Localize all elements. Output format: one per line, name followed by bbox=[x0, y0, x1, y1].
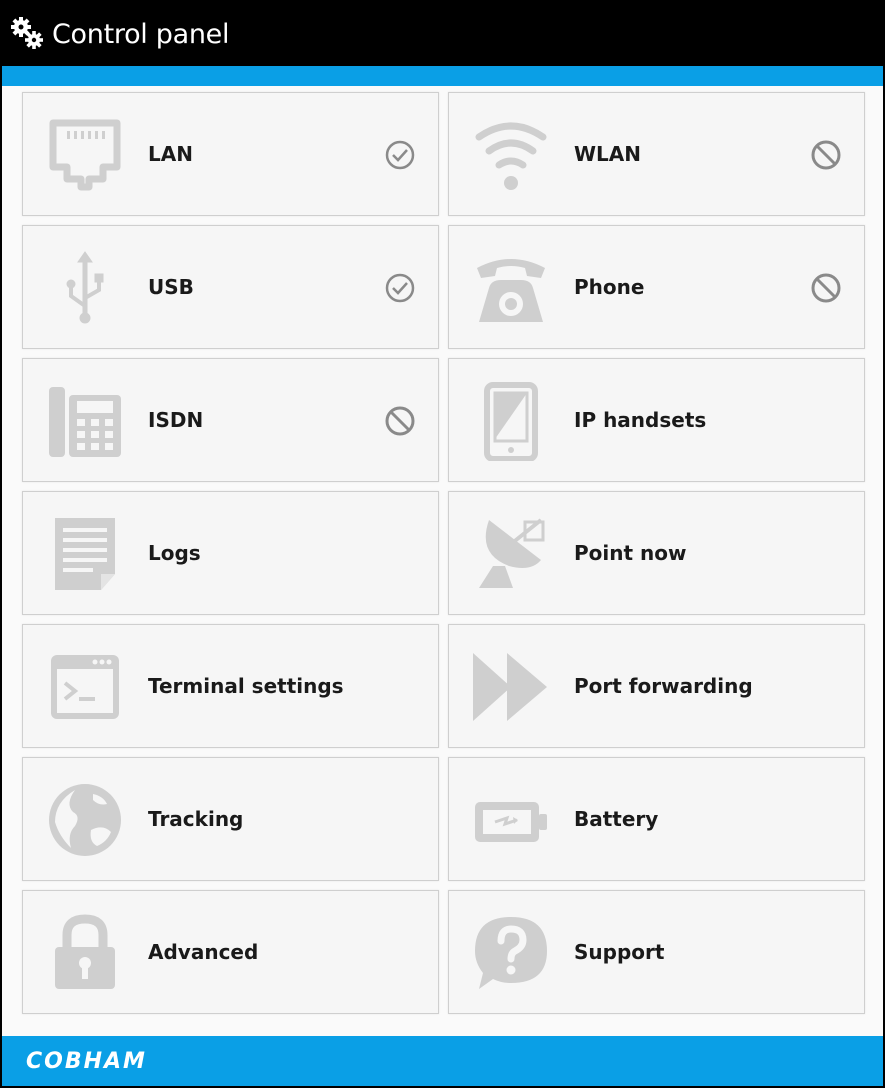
check-circle-icon bbox=[385, 140, 415, 170]
ethernet-port-icon bbox=[49, 119, 121, 191]
tile-label: USB bbox=[148, 275, 194, 299]
padlock-icon bbox=[55, 914, 115, 989]
desk-phone-icon bbox=[49, 387, 121, 457]
tile-port-forwarding[interactable]: Port forwarding bbox=[448, 624, 865, 748]
check-circle-icon bbox=[385, 273, 415, 303]
tile-battery[interactable]: Battery bbox=[448, 757, 865, 881]
fast-forward-icon bbox=[473, 653, 547, 721]
tile-label: Port forwarding bbox=[574, 674, 753, 698]
gears-icon bbox=[11, 17, 43, 49]
telephone-icon bbox=[477, 259, 545, 322]
tile-tracking[interactable]: Tracking bbox=[22, 757, 439, 881]
battery-icon bbox=[475, 802, 547, 842]
terminal-icon bbox=[51, 655, 119, 719]
tile-terminal-settings[interactable]: Terminal settings bbox=[22, 624, 439, 748]
document-icon bbox=[55, 518, 115, 590]
page-title: Control panel bbox=[52, 18, 230, 50]
tile-label: WLAN bbox=[574, 142, 642, 166]
tile-label: IP handsets bbox=[574, 408, 707, 432]
tile-logs[interactable]: Logs bbox=[22, 491, 439, 615]
tile-wlan[interactable]: WLAN bbox=[448, 92, 865, 216]
tile-label: Advanced bbox=[148, 940, 259, 964]
tile-lan[interactable]: LAN bbox=[22, 92, 439, 216]
tile-label: LAN bbox=[148, 142, 193, 166]
tile-support[interactable]: Support bbox=[448, 890, 865, 1014]
tile-label: Terminal settings bbox=[148, 674, 344, 698]
tile-ip-handsets[interactable]: IP handsets bbox=[448, 358, 865, 482]
accent-bar bbox=[2, 66, 883, 86]
tile-label: Phone bbox=[574, 275, 645, 299]
help-bubble-icon bbox=[475, 917, 547, 989]
tile-label: Battery bbox=[574, 807, 659, 831]
tile-phone[interactable]: Phone bbox=[448, 225, 865, 349]
footer-bar: COBHAM bbox=[2, 1036, 883, 1086]
tile-label: ISDN bbox=[148, 408, 204, 432]
tile-isdn[interactable]: ISDN bbox=[22, 358, 439, 482]
tile-label: Point now bbox=[574, 541, 687, 565]
title-bar: Control panel bbox=[2, 2, 883, 66]
globe-icon bbox=[49, 784, 121, 856]
usb-icon bbox=[66, 251, 104, 324]
tile-point-now[interactable]: Point now bbox=[448, 491, 865, 615]
handset-device-icon bbox=[484, 382, 538, 461]
satellite-dish-icon bbox=[479, 518, 545, 588]
brand-logo: COBHAM bbox=[26, 1048, 147, 1074]
tile-advanced[interactable]: Advanced bbox=[22, 890, 439, 1014]
tile-usb[interactable]: USB bbox=[22, 225, 439, 349]
disabled-circle-icon bbox=[811, 273, 841, 303]
tile-label: Logs bbox=[148, 541, 201, 565]
tile-label: Support bbox=[574, 940, 665, 964]
wifi-icon bbox=[475, 122, 547, 190]
disabled-circle-icon bbox=[811, 140, 841, 170]
disabled-circle-icon bbox=[385, 406, 415, 436]
tile-label: Tracking bbox=[148, 807, 244, 831]
